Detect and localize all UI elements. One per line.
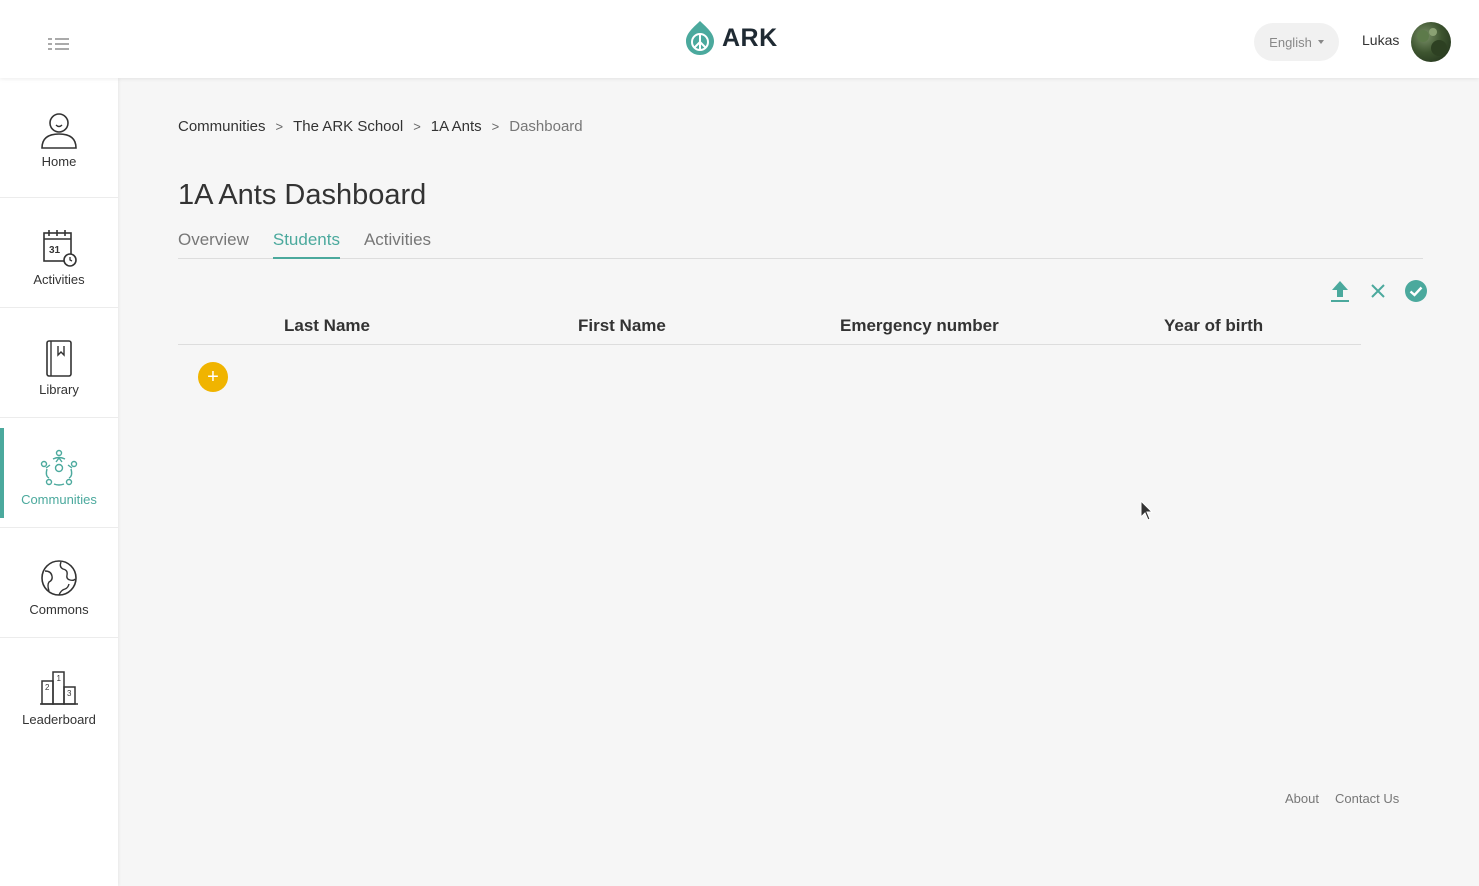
sidebar-item-label: Home: [41, 154, 77, 169]
menu-list-icon[interactable]: [48, 36, 70, 52]
breadcrumb-separator: >: [275, 119, 284, 134]
sidebar: Home 31 Activities Library Communities C…: [0, 78, 118, 886]
globe-icon: [41, 560, 77, 596]
check-circle-icon[interactable]: [1404, 279, 1428, 303]
add-student-button[interactable]: +: [198, 362, 228, 392]
svg-text:2: 2: [45, 683, 50, 692]
avatar[interactable]: [1411, 22, 1451, 62]
book-icon: [46, 340, 72, 377]
breadcrumb-dashboard: Dashboard: [509, 118, 583, 135]
svg-text:1: 1: [57, 674, 62, 683]
sidebar-item-library[interactable]: Library: [0, 308, 118, 418]
top-bar: ARK English Lukas: [0, 0, 1479, 78]
footer-about-link[interactable]: About: [1285, 791, 1319, 806]
column-first-name[interactable]: First Name: [578, 316, 666, 336]
table-actions: [1328, 279, 1428, 303]
close-icon[interactable]: [1366, 279, 1390, 303]
svg-text:31: 31: [49, 245, 61, 256]
breadcrumb-class[interactable]: 1A Ants: [431, 118, 482, 135]
user-icon: [41, 113, 77, 149]
upload-icon[interactable]: [1328, 279, 1352, 303]
sidebar-item-label: Library: [39, 382, 79, 397]
breadcrumb: Communities > The ARK School > 1A Ants >…: [178, 118, 583, 135]
sidebar-item-communities[interactable]: Communities: [0, 418, 118, 528]
column-emergency-number[interactable]: Emergency number: [840, 316, 999, 336]
svg-text:3: 3: [67, 689, 72, 698]
dashboard-tabs: Overview Students Activities: [178, 230, 1423, 259]
caret-down-icon: [1317, 40, 1324, 44]
tab-overview[interactable]: Overview: [178, 230, 249, 259]
plus-icon: +: [207, 366, 219, 388]
language-label: English: [1269, 34, 1312, 50]
username[interactable]: Lukas: [1362, 32, 1399, 48]
tab-activities[interactable]: Activities: [364, 230, 431, 259]
column-year-of-birth[interactable]: Year of birth: [1164, 316, 1263, 336]
sidebar-item-label: Commons: [29, 602, 89, 617]
mouse-cursor-icon: [1140, 500, 1154, 521]
language-select[interactable]: English: [1254, 23, 1339, 61]
sidebar-item-label: Communities: [21, 492, 97, 507]
podium-icon: 1 2 3: [40, 671, 78, 705]
sidebar-item-commons[interactable]: Commons: [0, 528, 118, 638]
breadcrumb-communities[interactable]: Communities: [178, 118, 266, 135]
page-title: 1A Ants Dashboard: [178, 179, 427, 211]
ark-logo[interactable]: ARK: [684, 20, 778, 56]
logo-text: ARK: [722, 23, 778, 52]
sidebar-item-label: Activities: [33, 272, 85, 287]
breadcrumb-separator: >: [491, 119, 500, 134]
ark-leaf-icon: [686, 21, 714, 55]
students-table-header: Last Name First Name Emergency number Ye…: [178, 314, 1361, 345]
sidebar-item-home[interactable]: Home: [0, 78, 118, 198]
sidebar-item-leaderboard[interactable]: 1 2 3 Leaderboard: [0, 638, 118, 748]
footer: About Contact Us: [1285, 791, 1399, 806]
calendar-icon: 31: [43, 230, 77, 267]
community-icon: [40, 449, 78, 486]
footer-contact-link[interactable]: Contact Us: [1335, 791, 1399, 806]
sidebar-item-label: Leaderboard: [22, 712, 96, 727]
column-last-name[interactable]: Last Name: [284, 316, 370, 336]
tab-students[interactable]: Students: [272, 230, 340, 259]
breadcrumb-separator: >: [413, 119, 421, 134]
sidebar-item-activities[interactable]: 31 Activities: [0, 198, 118, 308]
breadcrumb-school[interactable]: The ARK School: [293, 118, 403, 135]
